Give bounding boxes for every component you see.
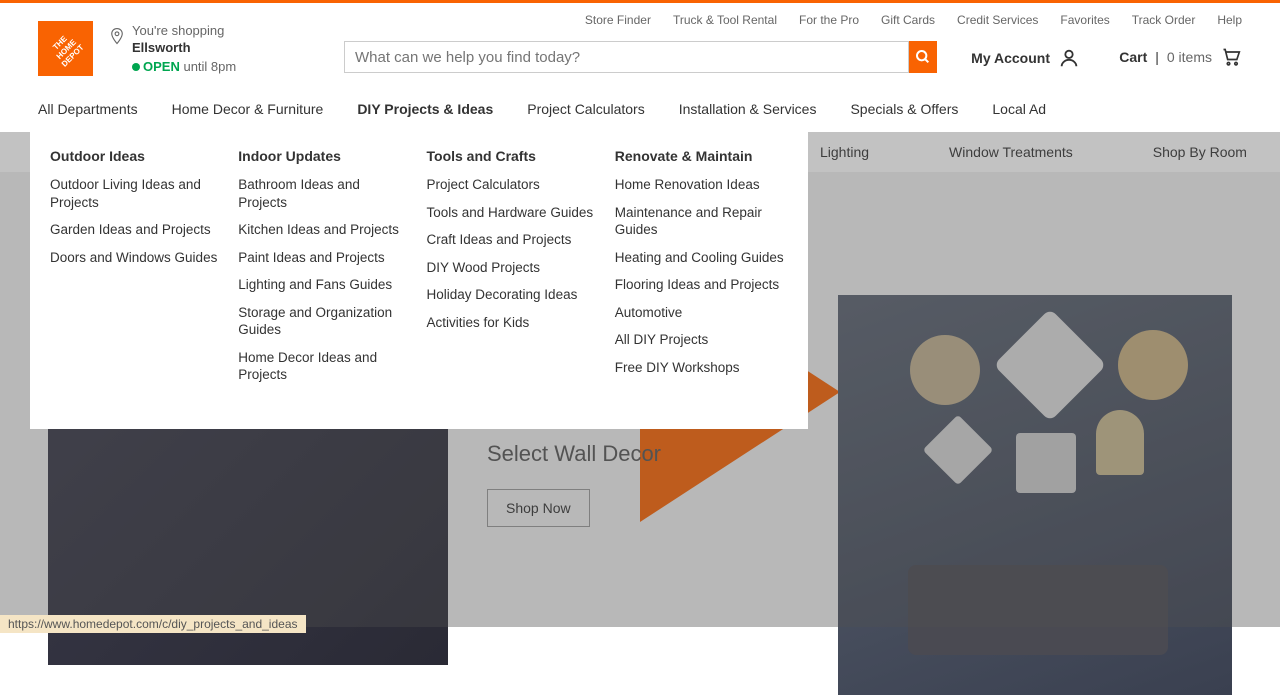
menu-heading: Outdoor Ideas	[50, 148, 223, 164]
logo[interactable]: THEHOMEDEPOT	[38, 21, 93, 76]
status-bar-url: https://www.homedepot.com/c/diy_projects…	[0, 615, 306, 633]
menu-link[interactable]: Kitchen Ideas and Projects	[238, 221, 411, 239]
top-link[interactable]: Gift Cards	[881, 13, 935, 27]
menu-link[interactable]: Bathroom Ideas and Projects	[238, 176, 411, 211]
menu-link[interactable]: Lighting and Fans Guides	[238, 276, 411, 294]
menu-link[interactable]: Tools and Hardware Guides	[427, 204, 600, 222]
my-account-link[interactable]: My Account	[971, 47, 1080, 69]
user-icon	[1058, 47, 1080, 69]
menu-link[interactable]: Home Renovation Ideas	[615, 176, 788, 194]
top-link[interactable]: Store Finder	[585, 13, 651, 27]
menu-link[interactable]: All DIY Projects	[615, 331, 788, 349]
store-label: You're shopping	[132, 23, 236, 40]
menu-heading: Renovate & Maintain	[615, 148, 788, 164]
search-input[interactable]	[344, 41, 909, 73]
store-name: Ellsworth	[132, 40, 236, 57]
search-icon	[915, 49, 931, 65]
menu-link[interactable]: Doors and Windows Guides	[50, 249, 223, 267]
top-link[interactable]: Truck & Tool Rental	[673, 13, 777, 27]
top-link[interactable]: For the Pro	[799, 13, 859, 27]
menu-link[interactable]: Outdoor Living Ideas and Projects	[50, 176, 223, 211]
menu-link[interactable]: Maintenance and Repair Guides	[615, 204, 788, 239]
menu-link[interactable]: Holiday Decorating Ideas	[427, 286, 600, 304]
header: THEHOMEDEPOT You're shopping Ellsworth O…	[0, 3, 1280, 76]
menu-link[interactable]: Craft Ideas and Projects	[427, 231, 600, 249]
cart-icon	[1220, 47, 1242, 67]
location-pin-icon	[108, 25, 126, 47]
menu-link[interactable]: Storage and Organization Guides	[238, 304, 411, 339]
nav-local-ad[interactable]: Local Ad	[992, 101, 1046, 132]
store-selector[interactable]: You're shopping Ellsworth OPEN until 8pm	[108, 23, 236, 76]
menu-heading: Tools and Crafts	[427, 148, 600, 164]
menu-link[interactable]: Garden Ideas and Projects	[50, 221, 223, 239]
menu-link[interactable]: Free DIY Workshops	[615, 359, 788, 377]
menu-link[interactable]: Activities for Kids	[427, 314, 600, 332]
menu-link[interactable]: Home Decor Ideas and Projects	[238, 349, 411, 384]
top-link[interactable]: Track Order	[1132, 13, 1196, 27]
menu-link[interactable]: Project Calculators	[427, 176, 600, 194]
menu-link[interactable]: Heating and Cooling Guides	[615, 249, 788, 267]
utility-nav: Store Finder Truck & Tool Rental For the…	[585, 13, 1242, 27]
menu-heading: Indoor Updates	[238, 148, 411, 164]
menu-link[interactable]: Flooring Ideas and Projects	[615, 276, 788, 294]
menu-link[interactable]: DIY Wood Projects	[427, 259, 600, 277]
mega-menu: Outdoor Ideas Outdoor Living Ideas and P…	[30, 118, 808, 429]
top-link[interactable]: Help	[1217, 13, 1242, 27]
top-link[interactable]: Credit Services	[957, 13, 1038, 27]
search-bar	[344, 41, 937, 73]
menu-link[interactable]: Paint Ideas and Projects	[238, 249, 411, 267]
status-dot-icon	[132, 63, 140, 71]
top-link[interactable]: Favorites	[1060, 13, 1109, 27]
cart-link[interactable]: Cart | 0 items	[1119, 47, 1242, 67]
nav-specials[interactable]: Specials & Offers	[850, 101, 958, 132]
search-button[interactable]	[909, 41, 937, 73]
menu-link[interactable]: Automotive	[615, 304, 788, 322]
store-hours: OPEN until 8pm	[132, 59, 236, 76]
